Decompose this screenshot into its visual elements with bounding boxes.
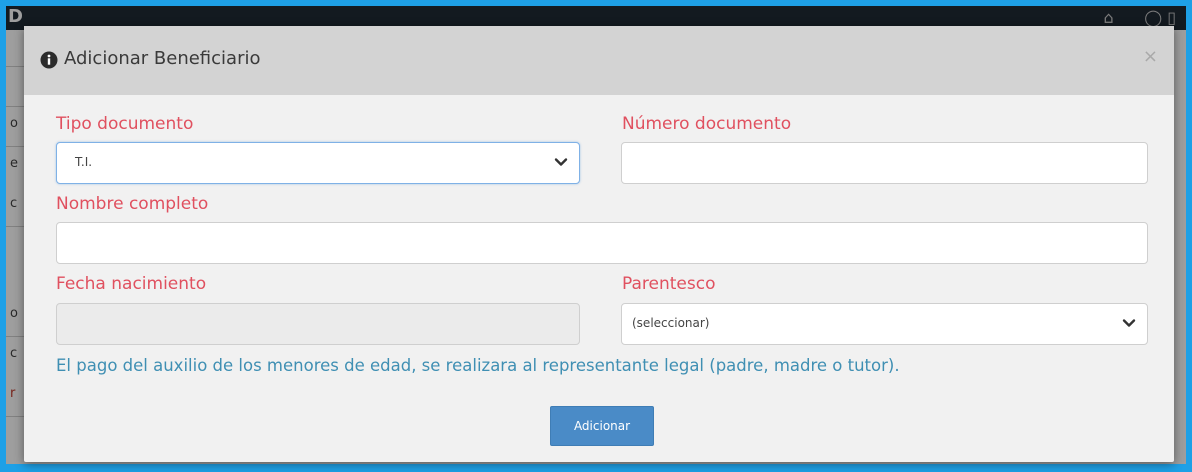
info-icon bbox=[40, 51, 58, 69]
fecha-nacimiento-input[interactable] bbox=[56, 303, 580, 345]
numero-documento-label: Número documento bbox=[622, 114, 792, 134]
chevron-down-icon bbox=[554, 158, 568, 166]
add-button[interactable]: Adicionar bbox=[550, 406, 654, 446]
tipo-documento-label: Tipo documento bbox=[56, 114, 194, 134]
chevron-down-icon bbox=[1122, 319, 1136, 327]
parentesco-label: Parentesco bbox=[622, 274, 716, 294]
numero-documento-input[interactable] bbox=[621, 142, 1148, 184]
modal-title: Adicionar Beneficiario bbox=[64, 48, 261, 69]
close-icon[interactable]: × bbox=[1143, 46, 1158, 67]
parentesco-value: (seleccionar) bbox=[632, 316, 710, 330]
minors-payment-note: El pago del auxilio de los menores de ed… bbox=[56, 356, 900, 375]
nombre-completo-label: Nombre completo bbox=[56, 194, 209, 214]
fecha-nacimiento-label: Fecha nacimiento bbox=[56, 274, 207, 294]
tipo-documento-value: T.I. bbox=[75, 155, 93, 169]
nombre-completo-input[interactable] bbox=[56, 222, 1148, 264]
modal-header: Adicionar Beneficiario × bbox=[24, 26, 1174, 95]
add-beneficiary-modal: Adicionar Beneficiario × Tipo documento … bbox=[24, 26, 1174, 462]
tipo-documento-select[interactable]: T.I. bbox=[56, 142, 580, 184]
parentesco-select[interactable]: (seleccionar) bbox=[621, 303, 1148, 345]
